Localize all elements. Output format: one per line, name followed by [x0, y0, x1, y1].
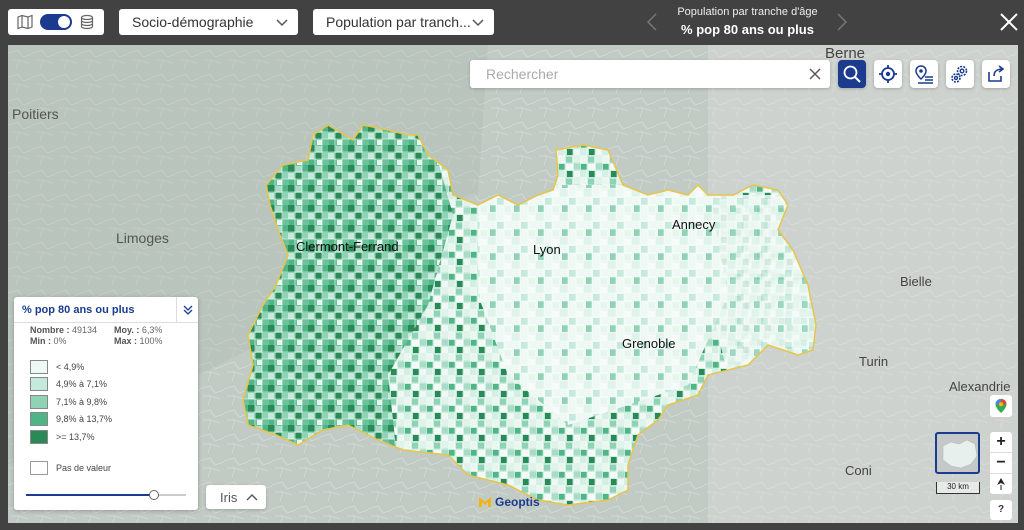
indicator-title: % pop 80 ans ou plus: [681, 22, 814, 37]
geo-level-selector[interactable]: Iris: [206, 485, 266, 509]
stat-moy-value: 6,3%: [141, 325, 163, 335]
category-select-value: Socio-démographie: [132, 14, 254, 30]
settings-button[interactable]: [946, 60, 974, 88]
stat-nombre-label: Nombre :: [30, 325, 70, 335]
database-icon[interactable]: [79, 14, 95, 30]
city-label-bielle: Bielle: [900, 274, 932, 289]
share-button[interactable]: [982, 60, 1010, 88]
location-list-icon: [915, 65, 933, 84]
legend-class-label: 9,8% à 13,7%: [56, 414, 113, 425]
legend-collapse-button[interactable]: [176, 297, 198, 323]
compass-arrow-icon: [997, 478, 1005, 490]
legend-class-label: 7,1% à 9,8%: [56, 396, 108, 407]
legend-no-value: Pas de valeur: [14, 460, 198, 475]
stat-min-value: 0%: [53, 336, 67, 346]
reset-north-button[interactable]: [990, 473, 1012, 494]
minimap[interactable]: [935, 432, 980, 474]
share-icon: [988, 65, 1005, 82]
help-button[interactable]: ?: [990, 500, 1012, 520]
slider-handle[interactable]: [149, 490, 159, 500]
poi-list-button[interactable]: [910, 60, 938, 88]
legend-swatch: [30, 359, 48, 374]
search-input[interactable]: [470, 60, 790, 88]
clear-search-icon[interactable]: [808, 67, 822, 81]
stat-moy-label: Moy. :: [114, 325, 140, 335]
double-chevron-down-icon: [183, 305, 192, 315]
legend-classes: < 4,9% 4,9% à 7,1% 7,1% à 9,8% 9,8% à 13…: [14, 358, 198, 446]
legend-no-value-swatch: [30, 460, 48, 475]
opacity-slider[interactable]: [26, 490, 186, 500]
legend-class-label: < 4,9%: [56, 361, 85, 372]
close-icon[interactable]: [996, 9, 1022, 35]
geoptis-logo: Geoptis: [478, 495, 540, 509]
google-maps-button[interactable]: [990, 395, 1012, 417]
city-label-poitiers: Poitiers: [12, 106, 59, 122]
view-toggle[interactable]: [8, 9, 104, 35]
stat-min-label: Min :: [30, 336, 51, 346]
legend-swatch: [30, 377, 48, 392]
chevron-down-icon: [472, 19, 484, 27]
legend-class: 4,9% à 7,1%: [30, 376, 198, 394]
chevron-up-icon: [246, 494, 258, 501]
legend-class: 7,1% à 9,8%: [30, 393, 198, 411]
city-label-lyon: Lyon: [533, 242, 561, 257]
zoom-in-button[interactable]: +: [990, 432, 1012, 452]
crosshair-icon: [879, 65, 897, 83]
search-icon: [843, 65, 861, 83]
geo-level-label: Iris: [220, 490, 238, 505]
city-label-coni: Coni: [845, 463, 872, 478]
chevron-down-icon: [276, 19, 288, 27]
indicator-select-value: Population par tranch...: [326, 14, 471, 30]
city-label-clermont-ferrand: Clermont-Ferrand: [296, 239, 399, 254]
legend-class-label: 4,9% à 7,1%: [56, 379, 108, 390]
indicator-select[interactable]: Population par tranch...: [313, 9, 494, 35]
logo-mark-icon: [479, 497, 491, 507]
legend-class: < 4,9%: [30, 358, 198, 376]
minimap-thumbnail: [942, 439, 978, 469]
legend-swatch: [30, 394, 48, 409]
legend-no-value-label: Pas de valeur: [56, 462, 112, 473]
legend-title: % pop 80 ans ou plus: [22, 304, 135, 316]
category-select[interactable]: Socio-démographie: [119, 9, 298, 35]
stat-max-label: Max :: [114, 336, 138, 346]
brand-name: Geoptis: [495, 495, 540, 509]
city-label-turin: Turin: [859, 354, 889, 369]
view-switch[interactable]: [39, 14, 72, 30]
legend-panel: % pop 80 ans ou plus Nombre : 49134 Moy.…: [14, 297, 198, 510]
city-label-alexandrie: Alexandrie: [949, 379, 1011, 394]
locate-button[interactable]: [874, 60, 902, 88]
city-label-annecy: Annecy: [672, 217, 716, 232]
indicator-subtitle: Population par tranche d'âge: [677, 6, 818, 18]
legend-class-label: >= 13,7%: [56, 431, 95, 442]
search-bar: [470, 60, 830, 88]
stat-nombre-value: 49134: [72, 325, 98, 335]
search-button[interactable]: [838, 60, 866, 88]
city-label-limoges: Limoges: [116, 230, 169, 246]
zoom-controls: + −: [990, 432, 1012, 494]
zoom-out-button[interactable]: −: [990, 452, 1012, 473]
legend-swatch: [30, 429, 48, 444]
legend-class: >= 13,7%: [30, 428, 198, 446]
legend-header: % pop 80 ans ou plus: [14, 297, 198, 323]
stat-max-value: 100%: [139, 336, 163, 346]
legend-class: 9,8% à 13,7%: [30, 411, 198, 429]
scale-bar: 30 km: [936, 482, 980, 494]
indicator-title-block: Population par tranche d'âge % pop 80 an…: [660, 6, 835, 37]
next-indicator-arrow[interactable]: [836, 12, 848, 32]
legend-swatch: [30, 412, 48, 427]
previous-indicator-arrow[interactable]: [646, 12, 658, 32]
slider-fill: [26, 494, 154, 496]
legend-stats: Nombre : 49134 Moy. : 6,3% Min : 0% Max …: [14, 323, 198, 346]
gears-icon: [951, 65, 968, 83]
map-pin-icon: [995, 399, 1007, 413]
top-bar: Socio-démographie Population par tranch.…: [0, 0, 1024, 45]
city-label-grenoble: Grenoble: [622, 336, 676, 351]
map-icon[interactable]: [17, 14, 33, 30]
